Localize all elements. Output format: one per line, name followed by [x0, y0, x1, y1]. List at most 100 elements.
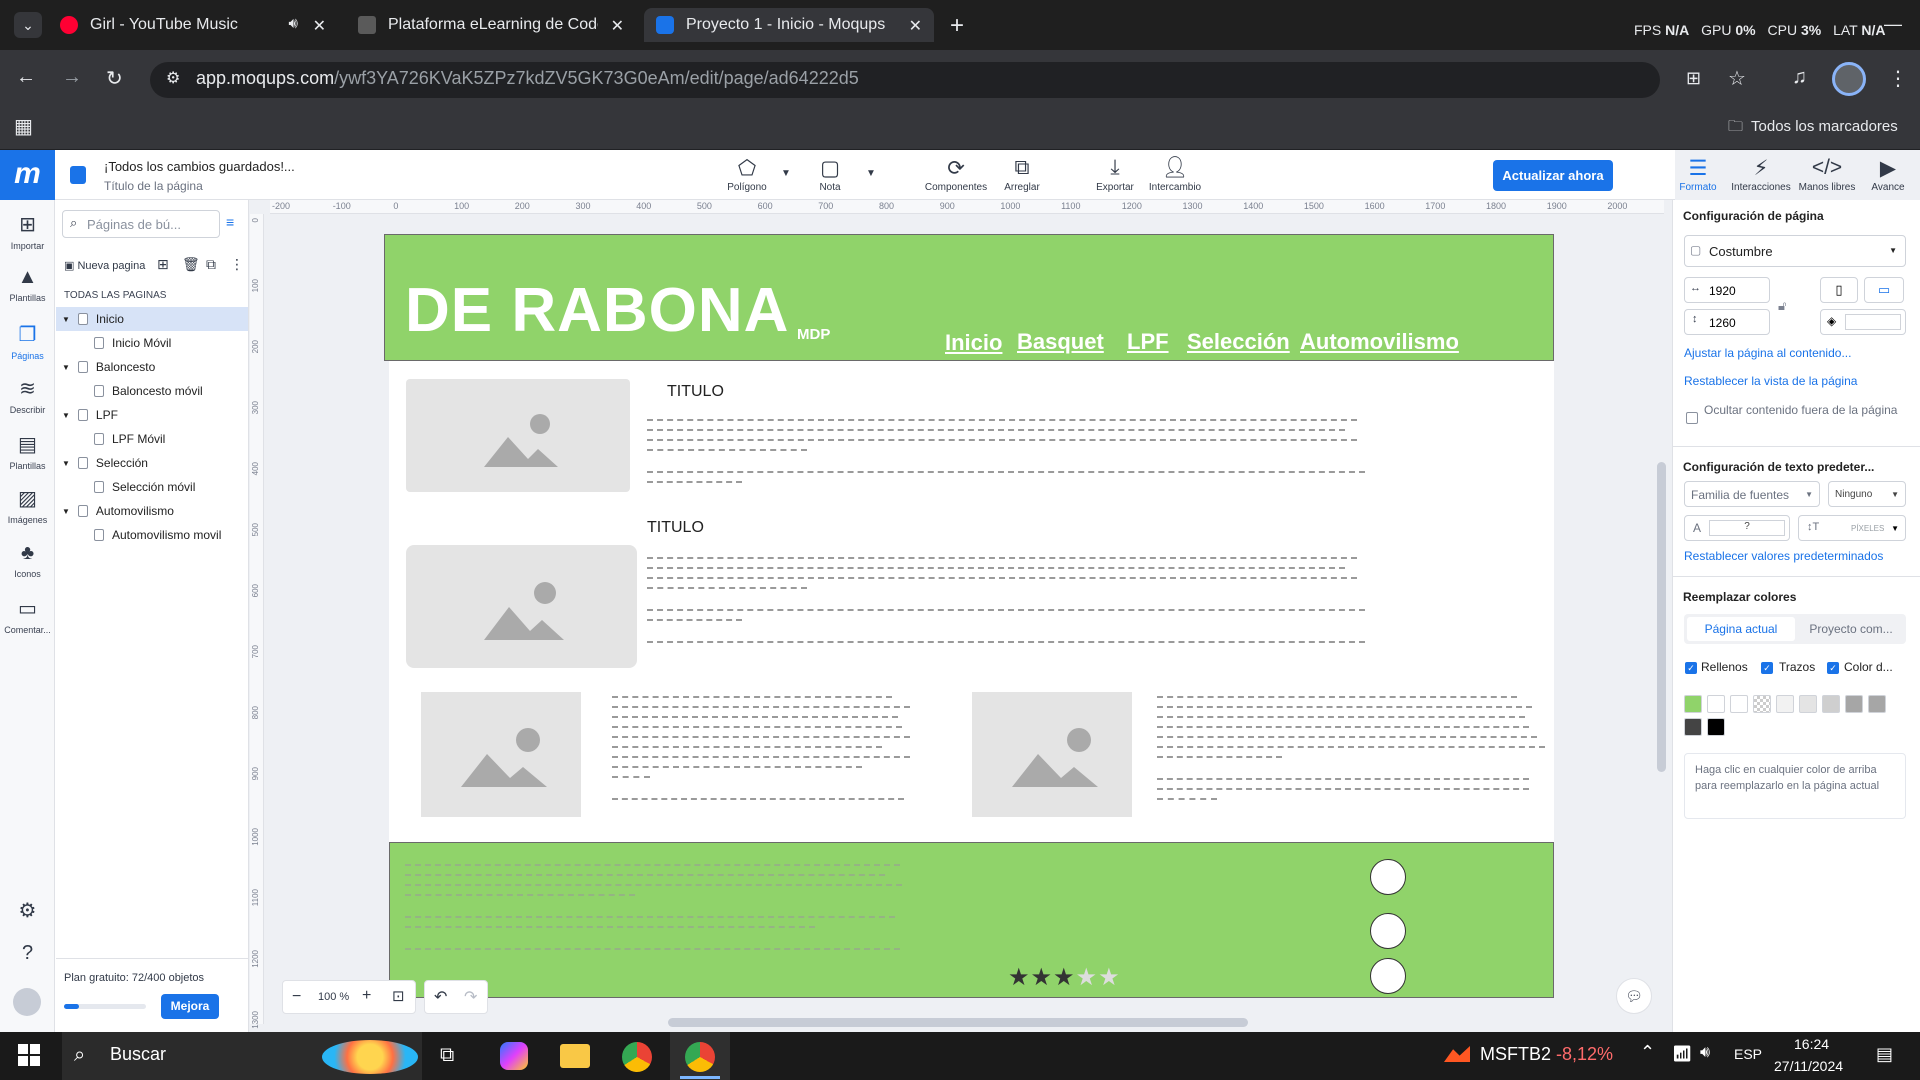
- delete-icon[interactable]: 🗑︎: [182, 256, 200, 273]
- new-page-button[interactable]: ▣ Nueva pagina: [64, 259, 145, 272]
- stock-ticker[interactable]: MSFTB2: [1480, 1044, 1551, 1065]
- text-block[interactable]: [1157, 696, 1545, 808]
- mock-rating[interactable]: ★★★★★: [1008, 963, 1121, 992]
- text-color-checkbox[interactable]: ✓: [1827, 662, 1839, 674]
- strokes-checkbox[interactable]: ✓: [1761, 662, 1773, 674]
- rail-comments[interactable]: ▭ Comentar...: [0, 596, 55, 635]
- image-placeholder[interactable]: [406, 545, 637, 668]
- translate-icon[interactable]: ⊞: [1686, 68, 1701, 89]
- filter-icon[interactable]: ≡: [226, 214, 234, 230]
- forward-icon[interactable]: →: [62, 66, 82, 89]
- zoom-in-icon[interactable]: +: [362, 987, 371, 1005]
- browser-menu-icon[interactable]: ⋮: [1888, 66, 1908, 91]
- image-placeholder[interactable]: [972, 692, 1132, 817]
- page-item-baloncesto[interactable]: ▼ Baloncesto: [56, 355, 248, 379]
- page-item-seleccion-movil[interactable]: Selección móvil: [56, 475, 248, 499]
- hide-outside-checkbox[interactable]: [1686, 412, 1698, 424]
- tab-coder[interactable]: Plataforma eLearning de Coder ✕: [346, 8, 636, 42]
- chevron-down-icon[interactable]: ▼: [781, 168, 791, 179]
- rail-import[interactable]: ⊞ Importar: [0, 212, 55, 251]
- color-swatch[interactable]: [1822, 695, 1840, 713]
- pages-search-input[interactable]: Páginas de bú...: [62, 210, 220, 238]
- settings-icon[interactable]: ⚙: [0, 898, 55, 927]
- media-control-icon[interactable]: ♫: [1792, 66, 1807, 89]
- page-preset-select[interactable]: Costumbre ▼: [1684, 235, 1906, 267]
- social-icon[interactable]: [1370, 913, 1406, 949]
- site-info-icon[interactable]: ⚙: [166, 68, 180, 88]
- share-tool[interactable]: 👤︎ Intercambio: [1144, 156, 1206, 193]
- page-item-lpf-movil[interactable]: LPF Móvil: [56, 427, 248, 451]
- close-tab-icon[interactable]: ✕: [313, 16, 326, 36]
- chrome-icon[interactable]: [622, 1042, 652, 1072]
- tab-hands-free[interactable]: </> Manos libres: [1796, 156, 1858, 193]
- lock-ratio-icon[interactable]: 🔓︎: [1778, 298, 1786, 314]
- color-swatch[interactable]: [1684, 695, 1702, 713]
- undo-icon[interactable]: ↶: [434, 987, 447, 1007]
- task-view-icon[interactable]: ⧉: [440, 1044, 454, 1067]
- arrange-tool[interactable]: ⧉ Arreglar: [992, 156, 1052, 193]
- color-swatch[interactable]: [1799, 695, 1817, 713]
- upgrade-button[interactable]: Mejora: [161, 994, 219, 1019]
- text-block[interactable]: [647, 557, 1365, 651]
- landscape-icon[interactable]: ▭: [1864, 277, 1904, 303]
- mock-nav-basquet[interactable]: Basquet: [1017, 329, 1104, 355]
- rail-templates-2[interactable]: ▤ Plantillas: [0, 432, 55, 471]
- mock-nav-automovilismo[interactable]: Automovilismo: [1300, 329, 1459, 355]
- rail-images[interactable]: ▨ Imágenes: [0, 486, 55, 525]
- notifications-icon[interactable]: ▤: [1876, 1044, 1893, 1065]
- vertical-scrollbar[interactable]: [1657, 462, 1666, 772]
- note-tool[interactable]: ▢ Nota: [800, 156, 860, 193]
- page-item-lpf[interactable]: ▼ LPF: [56, 403, 248, 427]
- tab-interactions[interactable]: ⚡︎ Interacciones: [1730, 156, 1792, 193]
- page-item-inicio[interactable]: ▼ Inicio: [56, 307, 248, 331]
- mock-nav-inicio[interactable]: Inicio: [945, 330, 1002, 356]
- zoom-level[interactable]: 100 %: [318, 991, 349, 1003]
- mock-title-1[interactable]: TITULO: [667, 383, 724, 401]
- add-folder-icon[interactable]: ⊞: [157, 256, 169, 273]
- fit-screen-icon[interactable]: ⊡: [392, 987, 405, 1005]
- scope-current-page[interactable]: Página actual: [1687, 617, 1795, 641]
- font-family-select[interactable]: Familia de fuentes ▼: [1684, 481, 1820, 507]
- fills-checkbox[interactable]: ✓: [1685, 662, 1697, 674]
- rail-pages[interactable]: ❐ Páginas: [0, 322, 55, 361]
- chevron-up-icon[interactable]: ⌃: [1640, 1042, 1655, 1063]
- copilot-icon[interactable]: [500, 1042, 528, 1070]
- fit-content-link[interactable]: Ajustar la página al contenido...: [1684, 346, 1851, 360]
- color-swatch[interactable]: [1845, 695, 1863, 713]
- moqups-logo[interactable]: m: [0, 150, 55, 200]
- color-swatch[interactable]: [1730, 695, 1748, 713]
- file-explorer-icon[interactable]: [560, 1044, 590, 1068]
- mock-sub[interactable]: MDP: [797, 326, 830, 343]
- font-weight-select[interactable]: Ninguno ▼: [1828, 481, 1906, 507]
- export-tool[interactable]: ⤓ Exportar: [1084, 156, 1146, 193]
- portrait-icon[interactable]: ▯: [1820, 277, 1858, 303]
- zoom-out-icon[interactable]: −: [292, 988, 301, 1006]
- mock-brand[interactable]: DE RABONA: [405, 275, 789, 346]
- social-icon[interactable]: [1370, 958, 1406, 994]
- audio-playing-icon[interactable]: 🔊︎: [289, 15, 298, 32]
- clock-time[interactable]: 16:24: [1794, 1036, 1829, 1052]
- apps-grid-icon[interactable]: ▦: [14, 114, 33, 139]
- rail-templates[interactable]: ▲ Plantillas: [0, 266, 55, 303]
- font-size-input[interactable]: A?: [1684, 515, 1790, 541]
- mock-nav-lpf[interactable]: LPF: [1127, 329, 1169, 355]
- volume-icon[interactable]: 🔊︎: [1700, 1044, 1710, 1062]
- help-icon[interactable]: ?: [0, 942, 55, 969]
- page-item-inicio-movil[interactable]: Inicio Móvil: [56, 331, 248, 355]
- more-icon[interactable]: ⋮: [230, 256, 244, 273]
- mock-nav-seleccion[interactable]: Selección: [1187, 329, 1290, 355]
- tab-moqups[interactable]: Proyecto 1 - Inicio - Moqups ✕: [644, 8, 934, 42]
- bookmark-star-icon[interactable]: ☆: [1728, 66, 1746, 91]
- all-bookmarks[interactable]: 🗀 Todos los marcadores: [1728, 116, 1898, 141]
- minimize-icon[interactable]: —: [1884, 14, 1902, 35]
- social-icon[interactable]: [1370, 859, 1406, 895]
- chevron-down-icon[interactable]: ▼: [866, 168, 876, 179]
- horizontal-scrollbar[interactable]: [668, 1018, 1248, 1027]
- color-swatch[interactable]: [1707, 718, 1725, 736]
- comment-bubble-icon[interactable]: 💬︎: [1616, 978, 1652, 1014]
- page-item-baloncesto-movil[interactable]: Baloncesto móvil: [56, 379, 248, 403]
- chrome-icon[interactable]: [685, 1042, 715, 1072]
- tab-youtube-music[interactable]: Girl - YouTube Music 🔊︎ ✕: [48, 8, 338, 42]
- footer-text-block[interactable]: [405, 864, 905, 958]
- reset-view-link[interactable]: Restablecer la vista de la página: [1684, 374, 1857, 388]
